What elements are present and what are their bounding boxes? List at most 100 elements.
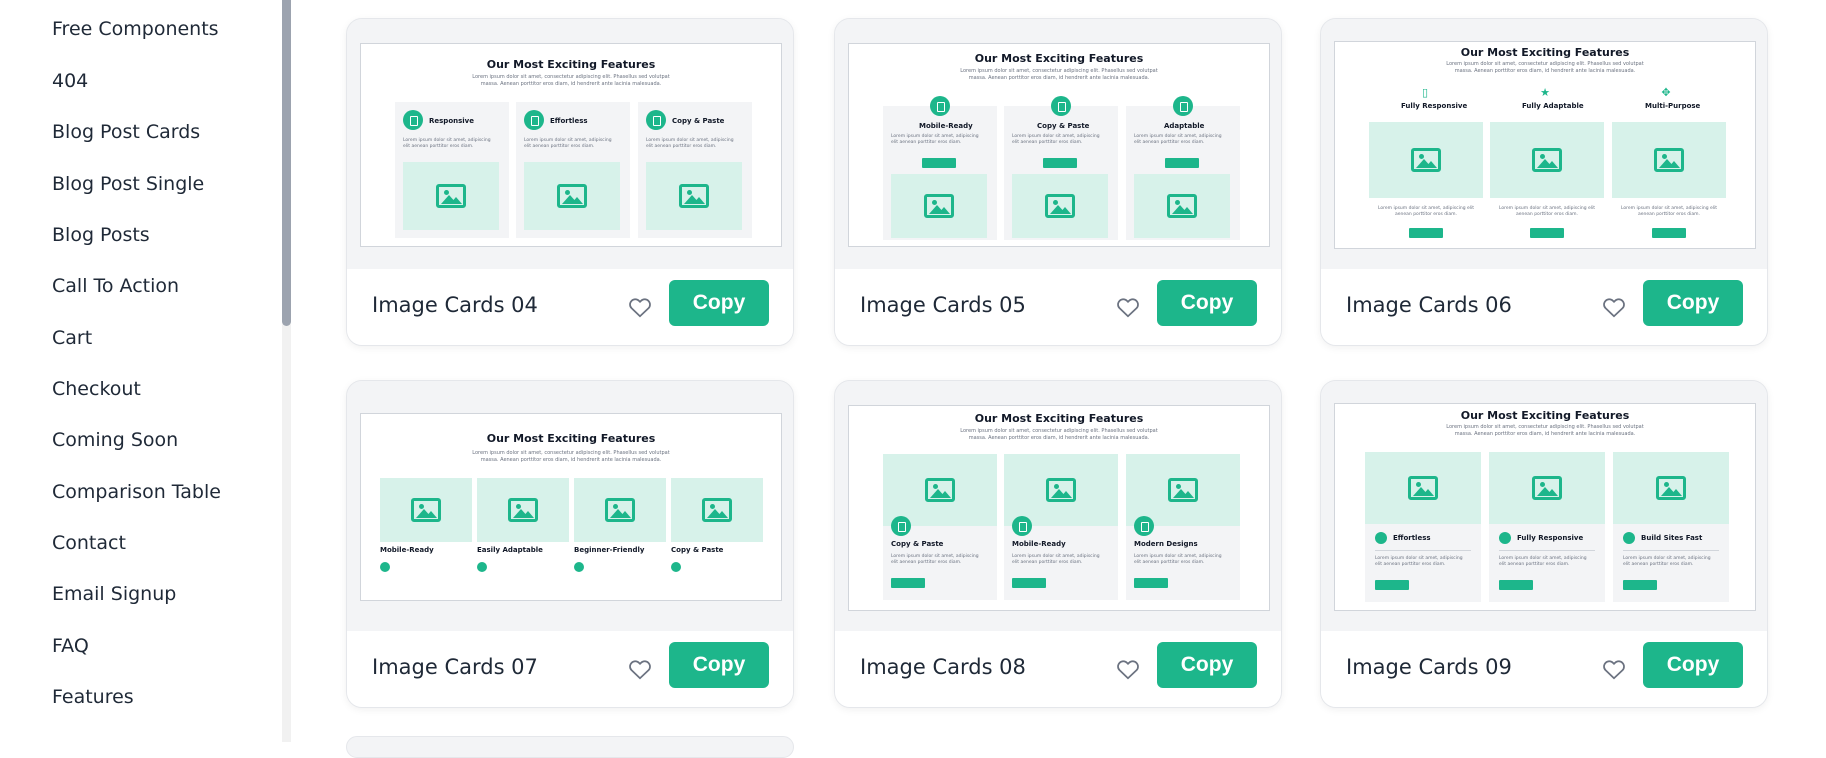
sidebar-item-blog-posts[interactable]: Blog Posts — [52, 224, 150, 246]
copy-button[interactable]: Copy — [1157, 280, 1257, 326]
preview-feature-name: Fully Responsive — [1517, 534, 1584, 542]
check-icon — [524, 110, 544, 130]
preview-image — [574, 478, 666, 542]
card-preview-area[interactable]: Our Most Exciting Features Lorem ipsum d… — [1321, 19, 1767, 269]
copy-button[interactable]: Copy — [1643, 642, 1743, 688]
image-icon — [1046, 478, 1076, 502]
card-title: Image Cards 07 — [372, 655, 538, 679]
preview-image — [1369, 122, 1483, 198]
preview-image — [1612, 122, 1726, 198]
image-icon — [557, 184, 587, 208]
sidebar-item-email-signup[interactable]: Email Signup — [52, 583, 176, 605]
sidebar-item-blog-post-cards[interactable]: Blog Post Cards — [52, 121, 200, 143]
card-footer: Image Cards 06 Copy — [1321, 269, 1767, 345]
card-title: Image Cards 06 — [1346, 293, 1512, 317]
card-preview-area[interactable]: Our Most Exciting Features Lorem ipsum d… — [347, 19, 793, 269]
preview-feature-desc: Lorem ipsum dolor sit amet, adipiscing e… — [646, 138, 734, 149]
preview-feature-name: Build Sites Fast — [1641, 534, 1703, 542]
sidebar-item-blog-post-single[interactable]: Blog Post Single — [52, 173, 204, 195]
preview-feature-name: Fully Adaptable — [1522, 102, 1584, 110]
preview-learn-more-button — [1043, 158, 1077, 168]
preview-image — [524, 162, 620, 230]
sidebar-item-checkout[interactable]: Checkout — [52, 378, 141, 400]
sidebar-item-contact[interactable]: Contact — [52, 532, 126, 554]
card-footer: Image Cards 04 Copy — [347, 269, 793, 345]
preview-heading: Our Most Exciting Features — [486, 432, 656, 445]
preview-subtext: Lorem ipsum dolor sit amet, consectetur … — [960, 428, 1158, 441]
sidebar-item-faq[interactable]: FAQ — [52, 635, 89, 657]
preview-learn-more-button — [1165, 158, 1199, 168]
preview-feature-name: Fully Responsive — [1401, 102, 1468, 110]
card-preview: Our Most Exciting Features Lorem ipsum d… — [1334, 403, 1756, 611]
preview-heading: Our Most Exciting Features — [974, 412, 1144, 425]
copy-button[interactable]: Copy — [1643, 280, 1743, 326]
preview-feature-name: Copy & Paste — [1037, 122, 1090, 130]
image-icon — [605, 498, 635, 522]
heart-icon[interactable] — [1115, 656, 1141, 682]
preview-heading: Our Most Exciting Features — [1460, 46, 1630, 59]
preview-feature-name: Effortless — [1393, 534, 1431, 542]
sidebar-item-comparison-table[interactable]: Comparison Table — [52, 481, 221, 503]
sidebar-scrollbar-thumb[interactable] — [282, 0, 291, 326]
copy-button[interactable]: Copy — [1157, 642, 1257, 688]
image-icon — [1532, 476, 1562, 500]
sidebar: Free Components 404 Blog Post Cards Blog… — [0, 0, 294, 742]
copy-button[interactable]: Copy — [669, 642, 769, 688]
phone-icon — [930, 96, 950, 116]
component-grid: Our Most Exciting Features Lorem ipsum d… — [294, 0, 1826, 758]
heart-icon[interactable] — [627, 656, 653, 682]
heart-icon[interactable] — [1115, 294, 1141, 320]
sidebar-item-404[interactable]: 404 — [52, 70, 88, 92]
card-preview-area[interactable]: Our Most Exciting Features Lorem ipsum d… — [835, 381, 1281, 631]
preview-feature-name: Modern Designs — [1134, 540, 1198, 548]
preview-feature-name: Mobile-Ready — [1012, 540, 1066, 548]
card-preview: Our Most Exciting Features Lorem ipsum d… — [848, 43, 1270, 247]
card-preview-area[interactable]: Our Most Exciting Features Lorem ipsum d… — [1321, 381, 1767, 631]
card-preview: Our Most Exciting Features Lorem ipsum d… — [360, 43, 782, 247]
preview-feature-name: Beginner-Friendly — [574, 546, 645, 554]
preview-image — [671, 478, 763, 542]
preview-feature-desc: Lorem ipsum dolor sit amet, adipiscing e… — [891, 554, 979, 565]
image-icon — [508, 498, 538, 522]
card-preview-area[interactable]: Our Most Exciting Features Lorem ipsum d… — [347, 381, 793, 631]
component-card: Our Most Exciting Features Lorem ipsum d… — [346, 18, 794, 346]
heart-icon[interactable] — [1601, 656, 1627, 682]
card-preview: Our Most Exciting Features Lorem ipsum d… — [360, 413, 782, 601]
preview-image — [477, 478, 569, 542]
preview-divider — [1623, 550, 1719, 551]
sidebar-item-call-to-action[interactable]: Call To Action — [52, 275, 179, 297]
sidebar-item-free-components[interactable]: Free Components — [52, 18, 219, 40]
heart-icon[interactable] — [1601, 294, 1627, 320]
heart-icon[interactable] — [627, 294, 653, 320]
sidebar-item-features[interactable]: Features — [52, 686, 134, 708]
preview-feature-desc: Lorem ipsum dolor sit amet, adipiscing e… — [403, 138, 491, 149]
sidebar-item-coming-soon[interactable]: Coming Soon — [52, 429, 178, 451]
preview-image — [1134, 174, 1230, 238]
preview-feature-name: Copy & Paste — [891, 540, 944, 548]
sidebar-item-cart[interactable]: Cart — [52, 327, 92, 349]
check-icon — [1375, 532, 1387, 544]
phone-icon: ▯ — [1421, 86, 1429, 99]
card-preview-area[interactable]: Our Most Exciting Features Lorem ipsum d… — [835, 19, 1281, 269]
card-title: Image Cards 04 — [372, 293, 538, 317]
preview-learn-more-button — [1134, 578, 1168, 588]
cursor-icon — [1051, 96, 1071, 116]
preview-subtext: Lorem ipsum dolor sit amet, consectetur … — [472, 450, 670, 463]
preview-feature-name: Effortless — [550, 117, 588, 125]
preview-learn-more-button — [1652, 228, 1686, 238]
star-icon — [1173, 96, 1193, 116]
image-icon — [924, 194, 954, 218]
component-card: Our Most Exciting Features Lorem ipsum d… — [834, 18, 1282, 346]
preview-feature-desc: Lorem ipsum dolor sit amet, adipiscing e… — [1377, 206, 1475, 217]
card-preview: Our Most Exciting Features Lorem ipsum d… — [1334, 41, 1756, 249]
phone-icon — [1499, 532, 1511, 544]
image-icon — [1167, 194, 1197, 218]
preview-subtext: Lorem ipsum dolor sit amet, consectetur … — [1446, 424, 1644, 437]
component-card: Our Most Exciting Features Lorem ipsum d… — [1320, 18, 1768, 346]
cursor-icon — [891, 516, 911, 536]
component-card-partial — [346, 736, 794, 758]
copy-button[interactable]: Copy — [669, 280, 769, 326]
preview-subtext: Lorem ipsum dolor sit amet, consectetur … — [960, 68, 1158, 81]
preview-heading: Our Most Exciting Features — [974, 52, 1144, 65]
preview-image — [1012, 174, 1108, 238]
